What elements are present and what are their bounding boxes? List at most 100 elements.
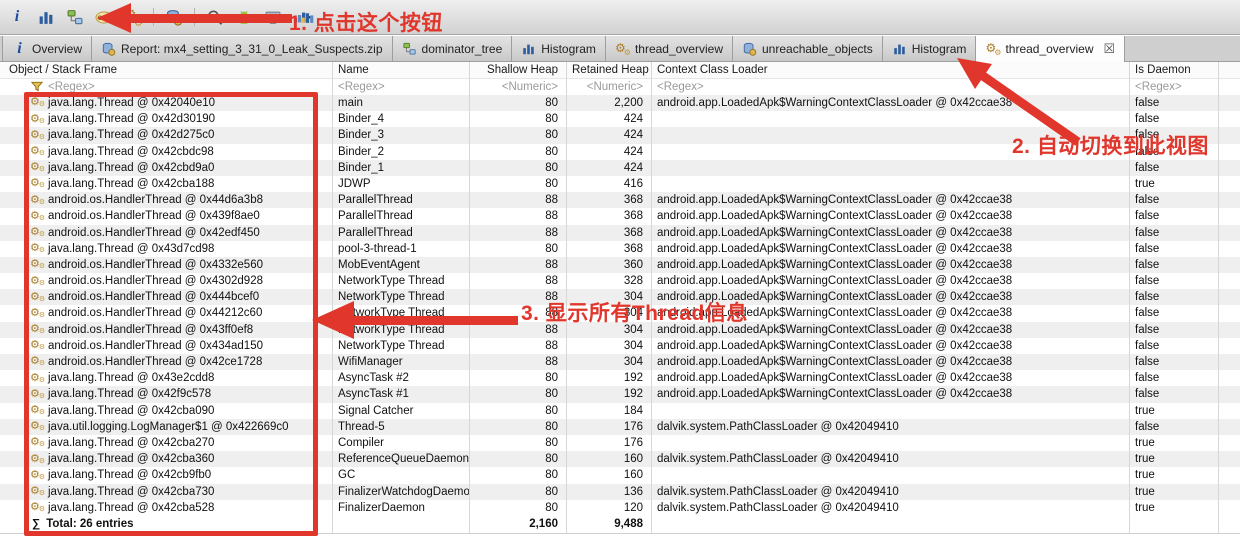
monitor-icon[interactable]: [264, 9, 282, 26]
mini-histogram-icon[interactable]: [299, 8, 317, 25]
cell-context-class-loader: android.app.LoadedApk$WarningContextClas…: [652, 208, 1130, 224]
thread-icon: ⚙⚙: [30, 113, 44, 126]
cell-text: android.app.LoadedApk$WarningContextClas…: [657, 275, 1012, 287]
column-shallow-heap-header[interactable]: Shallow Heap: [470, 62, 567, 79]
heap-dump-icon[interactable]: [165, 9, 183, 26]
column-is-daemon-header[interactable]: Is Daemon: [1130, 62, 1219, 79]
table-row[interactable]: ⚙⚙java.lang.Thread @ 0x42cba360Reference…: [0, 451, 1240, 467]
filler-cell: [1219, 419, 1240, 435]
column-name-filter[interactable]: <Regex>: [333, 79, 470, 95]
filler-cell: [1219, 403, 1240, 419]
tab-dominator-tree[interactable]: dominator_tree: [393, 36, 513, 61]
cell-object-stack-frame: ⚙⚙android.os.HandlerThread @ 0x439f8ae0: [0, 208, 333, 224]
cell-context-class-loader: dalvik.system.PathClassLoader @ 0x420494…: [652, 484, 1130, 500]
table-row[interactable]: ⚙⚙android.os.HandlerThread @ 0x44d6a3b8P…: [0, 192, 1240, 208]
table-row[interactable]: ⚙⚙java.lang.Thread @ 0x42d275c0Binder_38…: [0, 127, 1240, 143]
table-row[interactable]: ⚙⚙java.util.logging.LogManager$1 @ 0x422…: [0, 419, 1240, 435]
table-row[interactable]: ⚙⚙java.lang.Thread @ 0x42cbdc98Binder_28…: [0, 144, 1240, 160]
cell-text: Binder_2: [338, 146, 384, 158]
column-object-stack-frame-header[interactable]: Object / Stack Frame: [0, 62, 333, 79]
filler-cell: [1219, 435, 1240, 451]
table-row[interactable]: ⚙⚙android.os.HandlerThread @ 0x42edf450P…: [0, 225, 1240, 241]
filler-cell: [1219, 484, 1240, 500]
cell-object-stack-frame: ⚙⚙java.lang.Thread @ 0x42cb9fb0: [0, 467, 333, 483]
filter-placeholder: <Regex>: [338, 81, 385, 93]
table-row[interactable]: ⚙⚙android.os.HandlerThread @ 0x434ad150N…: [0, 338, 1240, 354]
tab-report[interactable]: Report: mx4_setting_3_31_0_Leak_Suspects…: [92, 36, 393, 61]
cell-context-class-loader: android.app.LoadedApk$WarningContextClas…: [652, 354, 1130, 370]
dominator-tree-icon[interactable]: [66, 9, 84, 26]
table-row[interactable]: ⚙⚙java.lang.Thread @ 0x43d7cd98pool-3-th…: [0, 241, 1240, 257]
table-row[interactable]: ⚙⚙android.os.HandlerThread @ 0x4332e560M…: [0, 257, 1240, 273]
table-row[interactable]: ⚙⚙java.lang.Thread @ 0x42cba188JDWP80416…: [0, 176, 1240, 192]
oql-icon[interactable]: OQL: [95, 9, 113, 26]
column-retained-heap-header[interactable]: Retained Heap: [567, 62, 652, 79]
table-row[interactable]: ⚙⚙java.lang.Thread @ 0x42cba528Finalizer…: [0, 500, 1240, 516]
table-row[interactable]: ⚙⚙java.lang.Thread @ 0x42d30190Binder_48…: [0, 111, 1240, 127]
table-row[interactable]: ⚙⚙java.lang.Thread @ 0x42cba730Finalizer…: [0, 484, 1240, 500]
cell-text: pool-3-thread-1: [338, 243, 417, 255]
column-is-daemon-filter[interactable]: <Regex>: [1130, 79, 1219, 95]
filler-cell: [1219, 176, 1240, 192]
cell-shallow-heap: 80: [470, 95, 567, 111]
table-row[interactable]: ⚙⚙java.lang.Thread @ 0x42cba090Signal Ca…: [0, 403, 1240, 419]
cell-text: 368: [624, 227, 643, 239]
cell-text: android.os.HandlerThread @ 0x439f8ae0: [48, 210, 260, 222]
tab-thread-overview-active[interactable]: ⚙⚙thread_overview☒: [976, 36, 1125, 62]
cell-text: java.lang.Thread @ 0x42f9c578: [48, 388, 211, 400]
table-row[interactable]: ⚙⚙java.lang.Thread @ 0x42cb9fb0GC80160tr…: [0, 467, 1240, 483]
tab-unreachable-objects[interactable]: unreachable_objects: [733, 36, 883, 61]
table-row[interactable]: ⚙⚙java.lang.Thread @ 0x42f9c578AsyncTask…: [0, 386, 1240, 402]
cell-text: android.os.HandlerThread @ 0x4332e560: [48, 259, 263, 271]
cell-text: false: [1135, 194, 1159, 206]
cell-name: AsyncTask #2: [333, 370, 470, 386]
filler-cell: [1219, 192, 1240, 208]
histogram-icon[interactable]: [37, 9, 55, 26]
thread-overview-icon[interactable]: ⚙⚙: [124, 9, 142, 26]
table-row[interactable]: ⚙⚙java.lang.Thread @ 0x42040e10main802,2…: [0, 95, 1240, 111]
cell-name: main: [333, 95, 470, 111]
total-label: Total: 26 entries: [46, 518, 133, 530]
column-shallow-heap-filter[interactable]: <Numeric>: [470, 79, 567, 95]
android-icon[interactable]: [235, 9, 253, 26]
cell-text: 360: [624, 259, 643, 271]
table-row[interactable]: ⚙⚙android.os.HandlerThread @ 0x43ff0ef8N…: [0, 322, 1240, 338]
cell-text: GC: [338, 469, 355, 481]
db-icon: [101, 42, 116, 56]
cell-shallow-heap: 80: [470, 467, 567, 483]
column-context-class-loader-filter[interactable]: <Regex>: [652, 79, 1130, 95]
table-row[interactable]: ⚙⚙android.os.HandlerThread @ 0x4302d928N…: [0, 273, 1240, 289]
cell-text: 368: [624, 194, 643, 206]
cell-text: true: [1135, 486, 1155, 498]
cell-context-class-loader: [652, 144, 1130, 160]
column-retained-heap-filter[interactable]: <Numeric>: [567, 79, 652, 95]
tab-histogram-2[interactable]: Histogram: [883, 36, 977, 61]
tab-histogram-1[interactable]: Histogram: [512, 36, 606, 61]
table-row[interactable]: ⚙⚙android.os.HandlerThread @ 0x44212c60N…: [0, 305, 1240, 321]
cell-text: 88: [545, 307, 558, 319]
table-row[interactable]: ⚙⚙java.lang.Thread @ 0x42cba270Compiler8…: [0, 435, 1240, 451]
column-object-stack-frame-filter[interactable]: <Regex>: [0, 79, 333, 95]
table-row[interactable]: ⚙⚙java.lang.Thread @ 0x43e2cdd8AsyncTask…: [0, 370, 1240, 386]
cell-name: NetworkType Thread: [333, 322, 470, 338]
table-row[interactable]: ⚙⚙android.os.HandlerThread @ 0x42ce1728W…: [0, 354, 1240, 370]
tab-thread-overview-1[interactable]: ⚙⚙thread_overview: [606, 36, 733, 61]
cell-name: Compiler: [333, 435, 470, 451]
cell-text: false: [1135, 129, 1159, 141]
cell-name: NetworkType Thread: [333, 338, 470, 354]
cell-is-daemon: false: [1130, 127, 1219, 143]
column-name-header[interactable]: Name: [333, 62, 470, 79]
column-context-class-loader-header[interactable]: Context Class Loader: [652, 62, 1130, 79]
cell-text: false: [1135, 372, 1159, 384]
info-icon[interactable]: i: [8, 9, 26, 26]
cell-object-stack-frame: ⚙⚙android.os.HandlerThread @ 0x4332e560: [0, 257, 333, 273]
table-row[interactable]: ⚙⚙java.lang.Thread @ 0x42cbd9a0Binder_18…: [0, 160, 1240, 176]
table-header-row: Object / Stack FrameNameShallow HeapReta…: [0, 62, 1240, 79]
table-row[interactable]: ⚙⚙android.os.HandlerThread @ 0x444bcef0N…: [0, 289, 1240, 305]
search-icon[interactable]: [206, 9, 224, 26]
tab-overview[interactable]: iOverview: [2, 36, 92, 61]
cell-retained-heap: 192: [567, 386, 652, 402]
close-icon[interactable]: ☒: [1104, 43, 1116, 55]
cell-shallow-heap: 80: [470, 127, 567, 143]
table-row[interactable]: ⚙⚙android.os.HandlerThread @ 0x439f8ae0P…: [0, 208, 1240, 224]
